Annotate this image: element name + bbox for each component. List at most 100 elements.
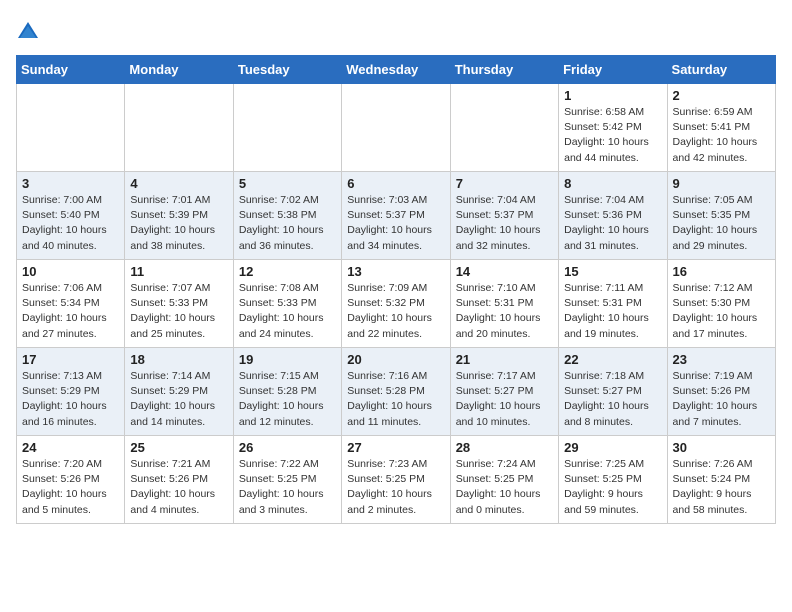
- calendar-cell: 16 Sunrise: 7:12 AMSunset: 5:30 PMDayligh…: [667, 260, 775, 348]
- calendar-day-header: Tuesday: [233, 56, 341, 84]
- calendar-week-row: 3 Sunrise: 7:00 AMSunset: 5:40 PMDaylight…: [17, 172, 776, 260]
- calendar-day-header: Sunday: [17, 56, 125, 84]
- calendar-cell: 11 Sunrise: 7:07 AMSunset: 5:33 PMDayligh…: [125, 260, 233, 348]
- day-info: Sunrise: 7:00 AMSunset: 5:40 PMDaylight:…: [22, 193, 119, 254]
- day-info: Sunrise: 7:11 AMSunset: 5:31 PMDaylight:…: [564, 281, 661, 342]
- day-number: 25: [130, 440, 227, 455]
- day-info: Sunrise: 7:12 AMSunset: 5:30 PMDaylight:…: [673, 281, 770, 342]
- day-number: 13: [347, 264, 444, 279]
- day-number: 19: [239, 352, 336, 367]
- day-info: Sunrise: 7:14 AMSunset: 5:29 PMDaylight:…: [130, 369, 227, 430]
- calendar-cell: [17, 84, 125, 172]
- day-info: Sunrise: 7:22 AMSunset: 5:25 PMDaylight:…: [239, 457, 336, 518]
- day-number: 9: [673, 176, 770, 191]
- calendar-day-header: Wednesday: [342, 56, 450, 84]
- calendar-cell: 24 Sunrise: 7:20 AMSunset: 5:26 PMDayligh…: [17, 436, 125, 524]
- day-number: 24: [22, 440, 119, 455]
- day-info: Sunrise: 6:58 AMSunset: 5:42 PMDaylight:…: [564, 105, 661, 166]
- day-number: 27: [347, 440, 444, 455]
- calendar-cell: 9 Sunrise: 7:05 AMSunset: 5:35 PMDaylight…: [667, 172, 775, 260]
- day-info: Sunrise: 7:07 AMSunset: 5:33 PMDaylight:…: [130, 281, 227, 342]
- calendar-cell: 4Sunrise: 7:01 AMSunset: 5:39 PMDaylight…: [125, 172, 233, 260]
- calendar-day-header: Monday: [125, 56, 233, 84]
- day-info: Sunrise: 7:23 AMSunset: 5:25 PMDaylight:…: [347, 457, 444, 518]
- day-info: Sunrise: 7:02 AMSunset: 5:38 PMDaylight:…: [239, 193, 336, 254]
- calendar-week-row: 24 Sunrise: 7:20 AMSunset: 5:26 PMDayligh…: [17, 436, 776, 524]
- calendar-week-row: 10 Sunrise: 7:06 AMSunset: 5:34 PMDayligh…: [17, 260, 776, 348]
- day-info: Sunrise: 7:08 AMSunset: 5:33 PMDaylight:…: [239, 281, 336, 342]
- day-number: 5: [239, 176, 336, 191]
- day-info: Sunrise: 7:10 AMSunset: 5:31 PMDaylight:…: [456, 281, 553, 342]
- day-number: 10: [22, 264, 119, 279]
- calendar-header-row: SundayMondayTuesdayWednesdayThursdayFrid…: [17, 56, 776, 84]
- day-info: Sunrise: 7:15 AMSunset: 5:28 PMDaylight:…: [239, 369, 336, 430]
- day-number: 22: [564, 352, 661, 367]
- day-info: Sunrise: 7:16 AMSunset: 5:28 PMDaylight:…: [347, 369, 444, 430]
- day-number: 26: [239, 440, 336, 455]
- calendar-cell: 10 Sunrise: 7:06 AMSunset: 5:34 PMDayligh…: [17, 260, 125, 348]
- day-number: 16: [673, 264, 770, 279]
- calendar-day-header: Saturday: [667, 56, 775, 84]
- day-number: 12: [239, 264, 336, 279]
- calendar-week-row: 17 Sunrise: 7:13 AMSunset: 5:29 PMDayligh…: [17, 348, 776, 436]
- calendar-cell: 27 Sunrise: 7:23 AMSunset: 5:25 PMDayligh…: [342, 436, 450, 524]
- day-number: 29: [564, 440, 661, 455]
- calendar-cell: 22 Sunrise: 7:18 AMSunset: 5:27 PMDayligh…: [559, 348, 667, 436]
- calendar-cell: [450, 84, 558, 172]
- logo-icon: [16, 20, 40, 42]
- day-info: Sunrise: 7:25 AMSunset: 5:25 PMDaylight:…: [564, 457, 661, 518]
- calendar-cell: 5 Sunrise: 7:02 AMSunset: 5:38 PMDaylight…: [233, 172, 341, 260]
- calendar-cell: 7 Sunrise: 7:04 AMSunset: 5:37 PMDaylight…: [450, 172, 558, 260]
- day-number: 8: [564, 176, 661, 191]
- logo: [16, 20, 44, 47]
- day-info: Sunrise: 7:04 AMSunset: 5:37 PMDaylight:…: [456, 193, 553, 254]
- day-info: Sunrise: 7:06 AMSunset: 5:34 PMDaylight:…: [22, 281, 119, 342]
- calendar-cell: 20 Sunrise: 7:16 AMSunset: 5:28 PMDayligh…: [342, 348, 450, 436]
- calendar-week-row: 1 Sunrise: 6:58 AMSunset: 5:42 PMDaylight…: [17, 84, 776, 172]
- day-info: Sunrise: 7:03 AMSunset: 5:37 PMDaylight:…: [347, 193, 444, 254]
- calendar-cell: 6 Sunrise: 7:03 AMSunset: 5:37 PMDaylight…: [342, 172, 450, 260]
- day-info: Sunrise: 7:09 AMSunset: 5:32 PMDaylight:…: [347, 281, 444, 342]
- day-number: 23: [673, 352, 770, 367]
- calendar-cell: 2Sunrise: 6:59 AMSunset: 5:41 PMDaylight…: [667, 84, 775, 172]
- day-number: 20: [347, 352, 444, 367]
- day-info: Sunrise: 7:18 AMSunset: 5:27 PMDaylight:…: [564, 369, 661, 430]
- calendar-cell: [125, 84, 233, 172]
- day-number: 15: [564, 264, 661, 279]
- day-info: Sunrise: 7:26 AMSunset: 5:24 PMDaylight:…: [673, 457, 770, 518]
- calendar-cell: 8 Sunrise: 7:04 AMSunset: 5:36 PMDaylight…: [559, 172, 667, 260]
- day-number: 11: [130, 264, 227, 279]
- calendar-cell: [233, 84, 341, 172]
- day-number: 3: [22, 176, 119, 191]
- calendar-cell: 3 Sunrise: 7:00 AMSunset: 5:40 PMDaylight…: [17, 172, 125, 260]
- calendar-cell: 18Sunrise: 7:14 AMSunset: 5:29 PMDayligh…: [125, 348, 233, 436]
- day-number: 21: [456, 352, 553, 367]
- calendar-cell: 19 Sunrise: 7:15 AMSunset: 5:28 PMDayligh…: [233, 348, 341, 436]
- calendar-cell: 21 Sunrise: 7:17 AMSunset: 5:27 PMDayligh…: [450, 348, 558, 436]
- day-info: Sunrise: 7:20 AMSunset: 5:26 PMDaylight:…: [22, 457, 119, 518]
- calendar-cell: 14 Sunrise: 7:10 AMSunset: 5:31 PMDayligh…: [450, 260, 558, 348]
- day-number: 6: [347, 176, 444, 191]
- calendar-cell: [342, 84, 450, 172]
- calendar-cell: 17 Sunrise: 7:13 AMSunset: 5:29 PMDayligh…: [17, 348, 125, 436]
- day-number: 7: [456, 176, 553, 191]
- day-number: 2: [673, 88, 770, 103]
- calendar-cell: 13 Sunrise: 7:09 AMSunset: 5:32 PMDayligh…: [342, 260, 450, 348]
- day-info: Sunrise: 7:05 AMSunset: 5:35 PMDaylight:…: [673, 193, 770, 254]
- calendar-cell: 25Sunrise: 7:21 AMSunset: 5:26 PMDayligh…: [125, 436, 233, 524]
- page-header: [16, 16, 776, 47]
- calendar-cell: 28Sunrise: 7:24 AMSunset: 5:25 PMDayligh…: [450, 436, 558, 524]
- calendar-cell: 23 Sunrise: 7:19 AMSunset: 5:26 PMDayligh…: [667, 348, 775, 436]
- day-number: 30: [673, 440, 770, 455]
- day-number: 17: [22, 352, 119, 367]
- day-info: Sunrise: 7:19 AMSunset: 5:26 PMDaylight:…: [673, 369, 770, 430]
- calendar-cell: 29 Sunrise: 7:25 AMSunset: 5:25 PMDayligh…: [559, 436, 667, 524]
- calendar-cell: 30 Sunrise: 7:26 AMSunset: 5:24 PMDayligh…: [667, 436, 775, 524]
- day-number: 1: [564, 88, 661, 103]
- day-info: Sunrise: 7:01 AMSunset: 5:39 PMDaylight:…: [130, 193, 227, 254]
- day-info: Sunrise: 7:04 AMSunset: 5:36 PMDaylight:…: [564, 193, 661, 254]
- calendar-day-header: Thursday: [450, 56, 558, 84]
- day-info: Sunrise: 7:17 AMSunset: 5:27 PMDaylight:…: [456, 369, 553, 430]
- day-number: 14: [456, 264, 553, 279]
- day-info: Sunrise: 7:13 AMSunset: 5:29 PMDaylight:…: [22, 369, 119, 430]
